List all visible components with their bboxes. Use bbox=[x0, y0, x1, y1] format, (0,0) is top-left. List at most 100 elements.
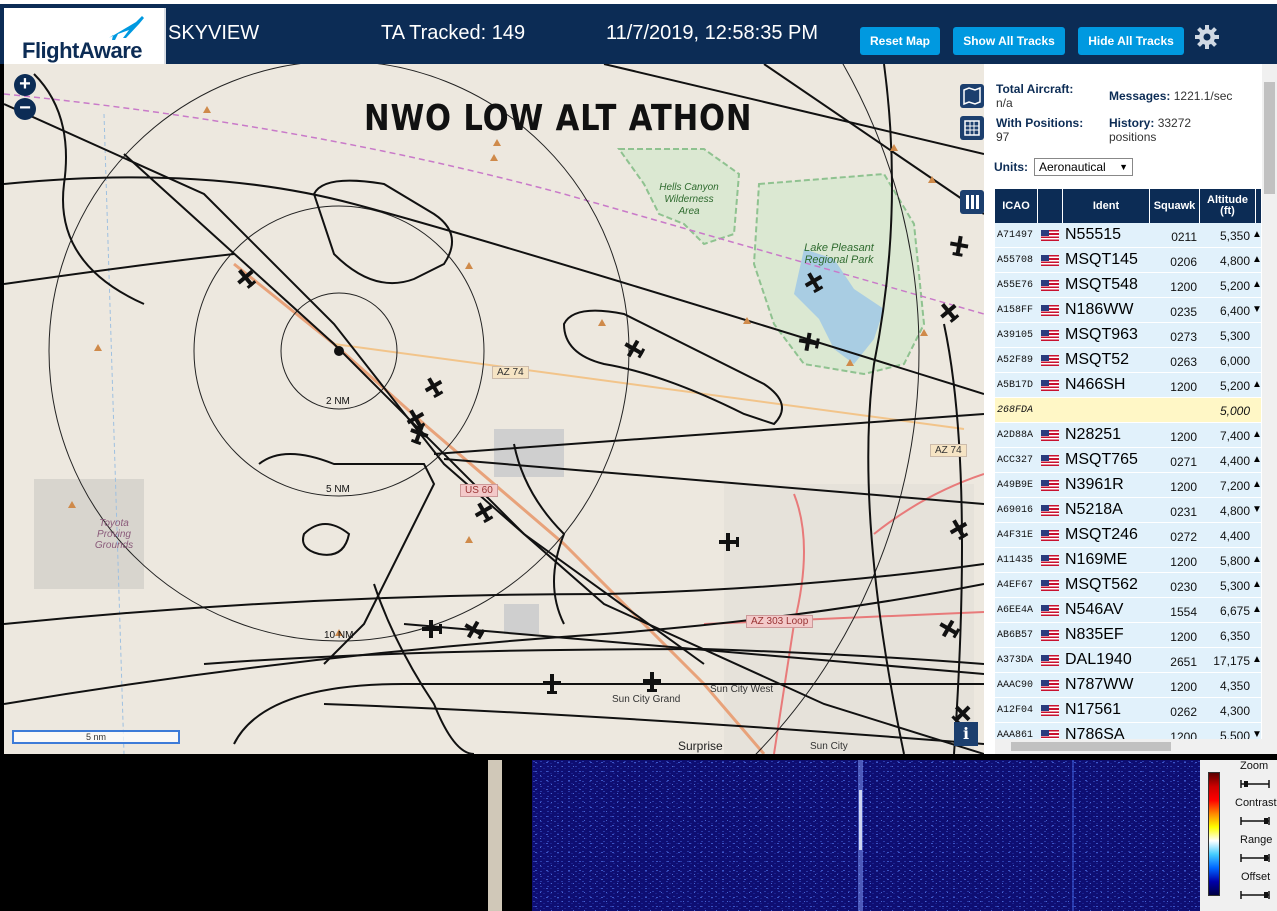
squawk-cell: 0230 bbox=[1170, 580, 1197, 594]
table-row[interactable]: A4F31E MSQT246 0272 4,400 bbox=[995, 523, 1261, 548]
col-flag[interactable] bbox=[1038, 189, 1063, 223]
icao-cell: A55E76 bbox=[997, 280, 1034, 291]
vertical-scrollbar[interactable] bbox=[1262, 64, 1277, 754]
table-row[interactable]: A69016 N5218A 0231 4,800 ▼ bbox=[995, 498, 1262, 523]
table-row[interactable]: A39105 MSQT963 0273 5,300 bbox=[995, 323, 1261, 348]
hells-canyon-label: Hells Canyon Wilderness Area bbox=[659, 182, 719, 217]
zoom-out-button[interactable]: − bbox=[14, 98, 36, 120]
trend-icon: ▲ bbox=[1252, 654, 1262, 665]
icao-cell: A39105 bbox=[997, 330, 1034, 341]
trend-icon: ▲ bbox=[1252, 429, 1262, 440]
altitude-cell: 6,000 bbox=[1219, 354, 1250, 368]
altitude-cell: 5,300 bbox=[1219, 579, 1250, 593]
messages-value: 1221.1/sec bbox=[1173, 89, 1233, 103]
scroll-thumb-h[interactable] bbox=[1011, 742, 1171, 751]
table-row[interactable]: A158FF N186WW 0235 6,400 ▼ bbox=[995, 298, 1262, 323]
col-squawk[interactable]: Squawk bbox=[1150, 189, 1200, 223]
ident-cell: N17561 bbox=[1065, 701, 1122, 718]
range-slider[interactable] bbox=[1240, 852, 1270, 864]
trend-icon: ▲ bbox=[1252, 279, 1262, 290]
altitude-cell: 4,800 bbox=[1219, 254, 1250, 268]
reset-map-button[interactable]: Reset Map bbox=[860, 27, 940, 55]
altitude-cell: 5,200 bbox=[1219, 279, 1250, 293]
us-flag-icon bbox=[1041, 455, 1059, 466]
table-row[interactable]: A55E76 MSQT548 1200 5,200 ▲ bbox=[995, 273, 1262, 298]
flightaware-logo[interactable]: FlightAware bbox=[4, 8, 166, 66]
altitude-cell: 7,200 bbox=[1219, 479, 1250, 493]
icao-cell: ACC327 bbox=[997, 455, 1034, 466]
table-row[interactable]: AB6B57 N835EF 1200 6,350 bbox=[995, 623, 1261, 648]
table-row[interactable]: A52F89 MSQT52 0263 6,000 bbox=[995, 348, 1261, 373]
squawk-cell: 0271 bbox=[1170, 455, 1197, 469]
units-select[interactable]: Aeronautical ▼ bbox=[1034, 158, 1133, 176]
contrast-slider[interactable] bbox=[1240, 815, 1270, 827]
zoom-slider[interactable] bbox=[1240, 778, 1270, 790]
squawk-cell: 1200 bbox=[1170, 555, 1197, 569]
ident-cell: N5218A bbox=[1065, 501, 1123, 518]
table-header: ICAO Ident Squawk Altitude (ft) bbox=[995, 189, 1261, 223]
map-view[interactable]: NWO LOW ALT ATHON + − Hells Canyon Wilde… bbox=[4, 64, 984, 754]
altitude-cell: 7,400 bbox=[1219, 429, 1250, 443]
trend-icon: ▲ bbox=[1252, 554, 1262, 565]
col-altitude[interactable]: Altitude (ft) bbox=[1200, 189, 1256, 223]
table-row[interactable]: A11435 N169ME 1200 5,800 ▲ bbox=[995, 548, 1262, 573]
icao-cell: A69016 bbox=[997, 505, 1034, 516]
icao-cell: A49B9E bbox=[997, 480, 1034, 491]
table-row[interactable]: A5B17D N466SH 1200 5,200 ▲ bbox=[995, 373, 1262, 398]
gear-icon[interactable] bbox=[1194, 24, 1220, 50]
table-row[interactable]: A4EF67 MSQT562 0230 5,300 ▲ bbox=[995, 573, 1262, 598]
total-label: Total Aircraft: bbox=[996, 82, 1074, 96]
altitude-cell: 4,300 bbox=[1219, 704, 1250, 718]
col-ident[interactable]: Ident bbox=[1063, 189, 1150, 223]
ident-cell: DAL1940 bbox=[1065, 651, 1132, 668]
trend-icon: ▲ bbox=[1252, 254, 1262, 265]
altitude-cell: 6,400 bbox=[1219, 304, 1250, 318]
altitude-cell: 4,800 bbox=[1219, 504, 1250, 518]
color-scale bbox=[1208, 772, 1220, 896]
trend-icon: ▲ bbox=[1252, 229, 1262, 240]
scroll-thumb[interactable] bbox=[1264, 82, 1275, 194]
table-row[interactable]: AAAC90 N787WW 1200 4,350 bbox=[995, 673, 1261, 698]
history-unit: positions bbox=[1109, 130, 1157, 144]
zoom-in-button[interactable]: + bbox=[14, 74, 36, 96]
squawk-cell: 1200 bbox=[1170, 380, 1197, 394]
table-row[interactable]: A49B9E N3961R 1200 7,200 ▲ bbox=[995, 473, 1262, 498]
us-flag-icon bbox=[1041, 680, 1059, 691]
squawk-cell: 0231 bbox=[1170, 505, 1197, 519]
contrast-label: Contrast bbox=[1235, 797, 1277, 809]
pane-divider[interactable] bbox=[488, 760, 502, 911]
range-label: Range bbox=[1240, 834, 1273, 846]
table-row[interactable]: A55708 MSQT145 0206 4,800 ▲ bbox=[995, 248, 1262, 273]
grid-icon[interactable] bbox=[960, 116, 984, 140]
hide-all-tracks-button[interactable]: Hide All Tracks bbox=[1078, 27, 1184, 55]
ident-cell: N546AV bbox=[1065, 601, 1124, 618]
offset-slider[interactable] bbox=[1240, 889, 1270, 901]
table-row[interactable]: A71497 N55515 0211 5,350 ▲ bbox=[995, 223, 1262, 248]
ring-2nm-label: 2 NM bbox=[326, 396, 350, 407]
ident-cell: MSQT145 bbox=[1065, 251, 1138, 268]
table-row[interactable]: A12F04 N17561 0262 4,300 bbox=[995, 698, 1261, 723]
icao-cell: A158FF bbox=[997, 305, 1034, 316]
show-all-tracks-button[interactable]: Show All Tracks bbox=[953, 27, 1065, 55]
icao-cell: A5B17D bbox=[997, 380, 1034, 391]
map-layers-icon[interactable] bbox=[960, 84, 984, 108]
table-row[interactable]: A2D88A N28251 1200 7,400 ▲ bbox=[995, 423, 1262, 448]
altitude-cell: 6,350 bbox=[1219, 629, 1250, 643]
table-row[interactable]: A373DA DAL1940 2651 17,175 ▲ bbox=[995, 648, 1262, 673]
waterfall-display[interactable] bbox=[532, 760, 1200, 911]
surprise-label: Surprise bbox=[678, 739, 723, 753]
table-row[interactable]: 268FDA 5,000 bbox=[995, 398, 1261, 423]
us-flag-icon bbox=[1041, 605, 1059, 616]
trend-icon: ▲ bbox=[1252, 379, 1262, 390]
waterfall-noise bbox=[532, 760, 1200, 911]
col-icao[interactable]: ICAO bbox=[995, 189, 1038, 223]
altitude-cell: 5,200 bbox=[1219, 379, 1250, 393]
horizontal-scrollbar[interactable] bbox=[995, 739, 1262, 754]
table-row[interactable]: A6EE4A N546AV 1554 6,675 ▲ bbox=[995, 598, 1262, 623]
info-button[interactable]: i bbox=[954, 722, 978, 746]
ident-cell: N3961R bbox=[1065, 476, 1124, 493]
squawk-cell: 0262 bbox=[1170, 705, 1197, 719]
table-row[interactable]: ACC327 MSQT765 0271 4,400 ▲ bbox=[995, 448, 1262, 473]
icao-cell: 268FDA bbox=[997, 405, 1034, 416]
columns-icon[interactable] bbox=[960, 190, 984, 214]
